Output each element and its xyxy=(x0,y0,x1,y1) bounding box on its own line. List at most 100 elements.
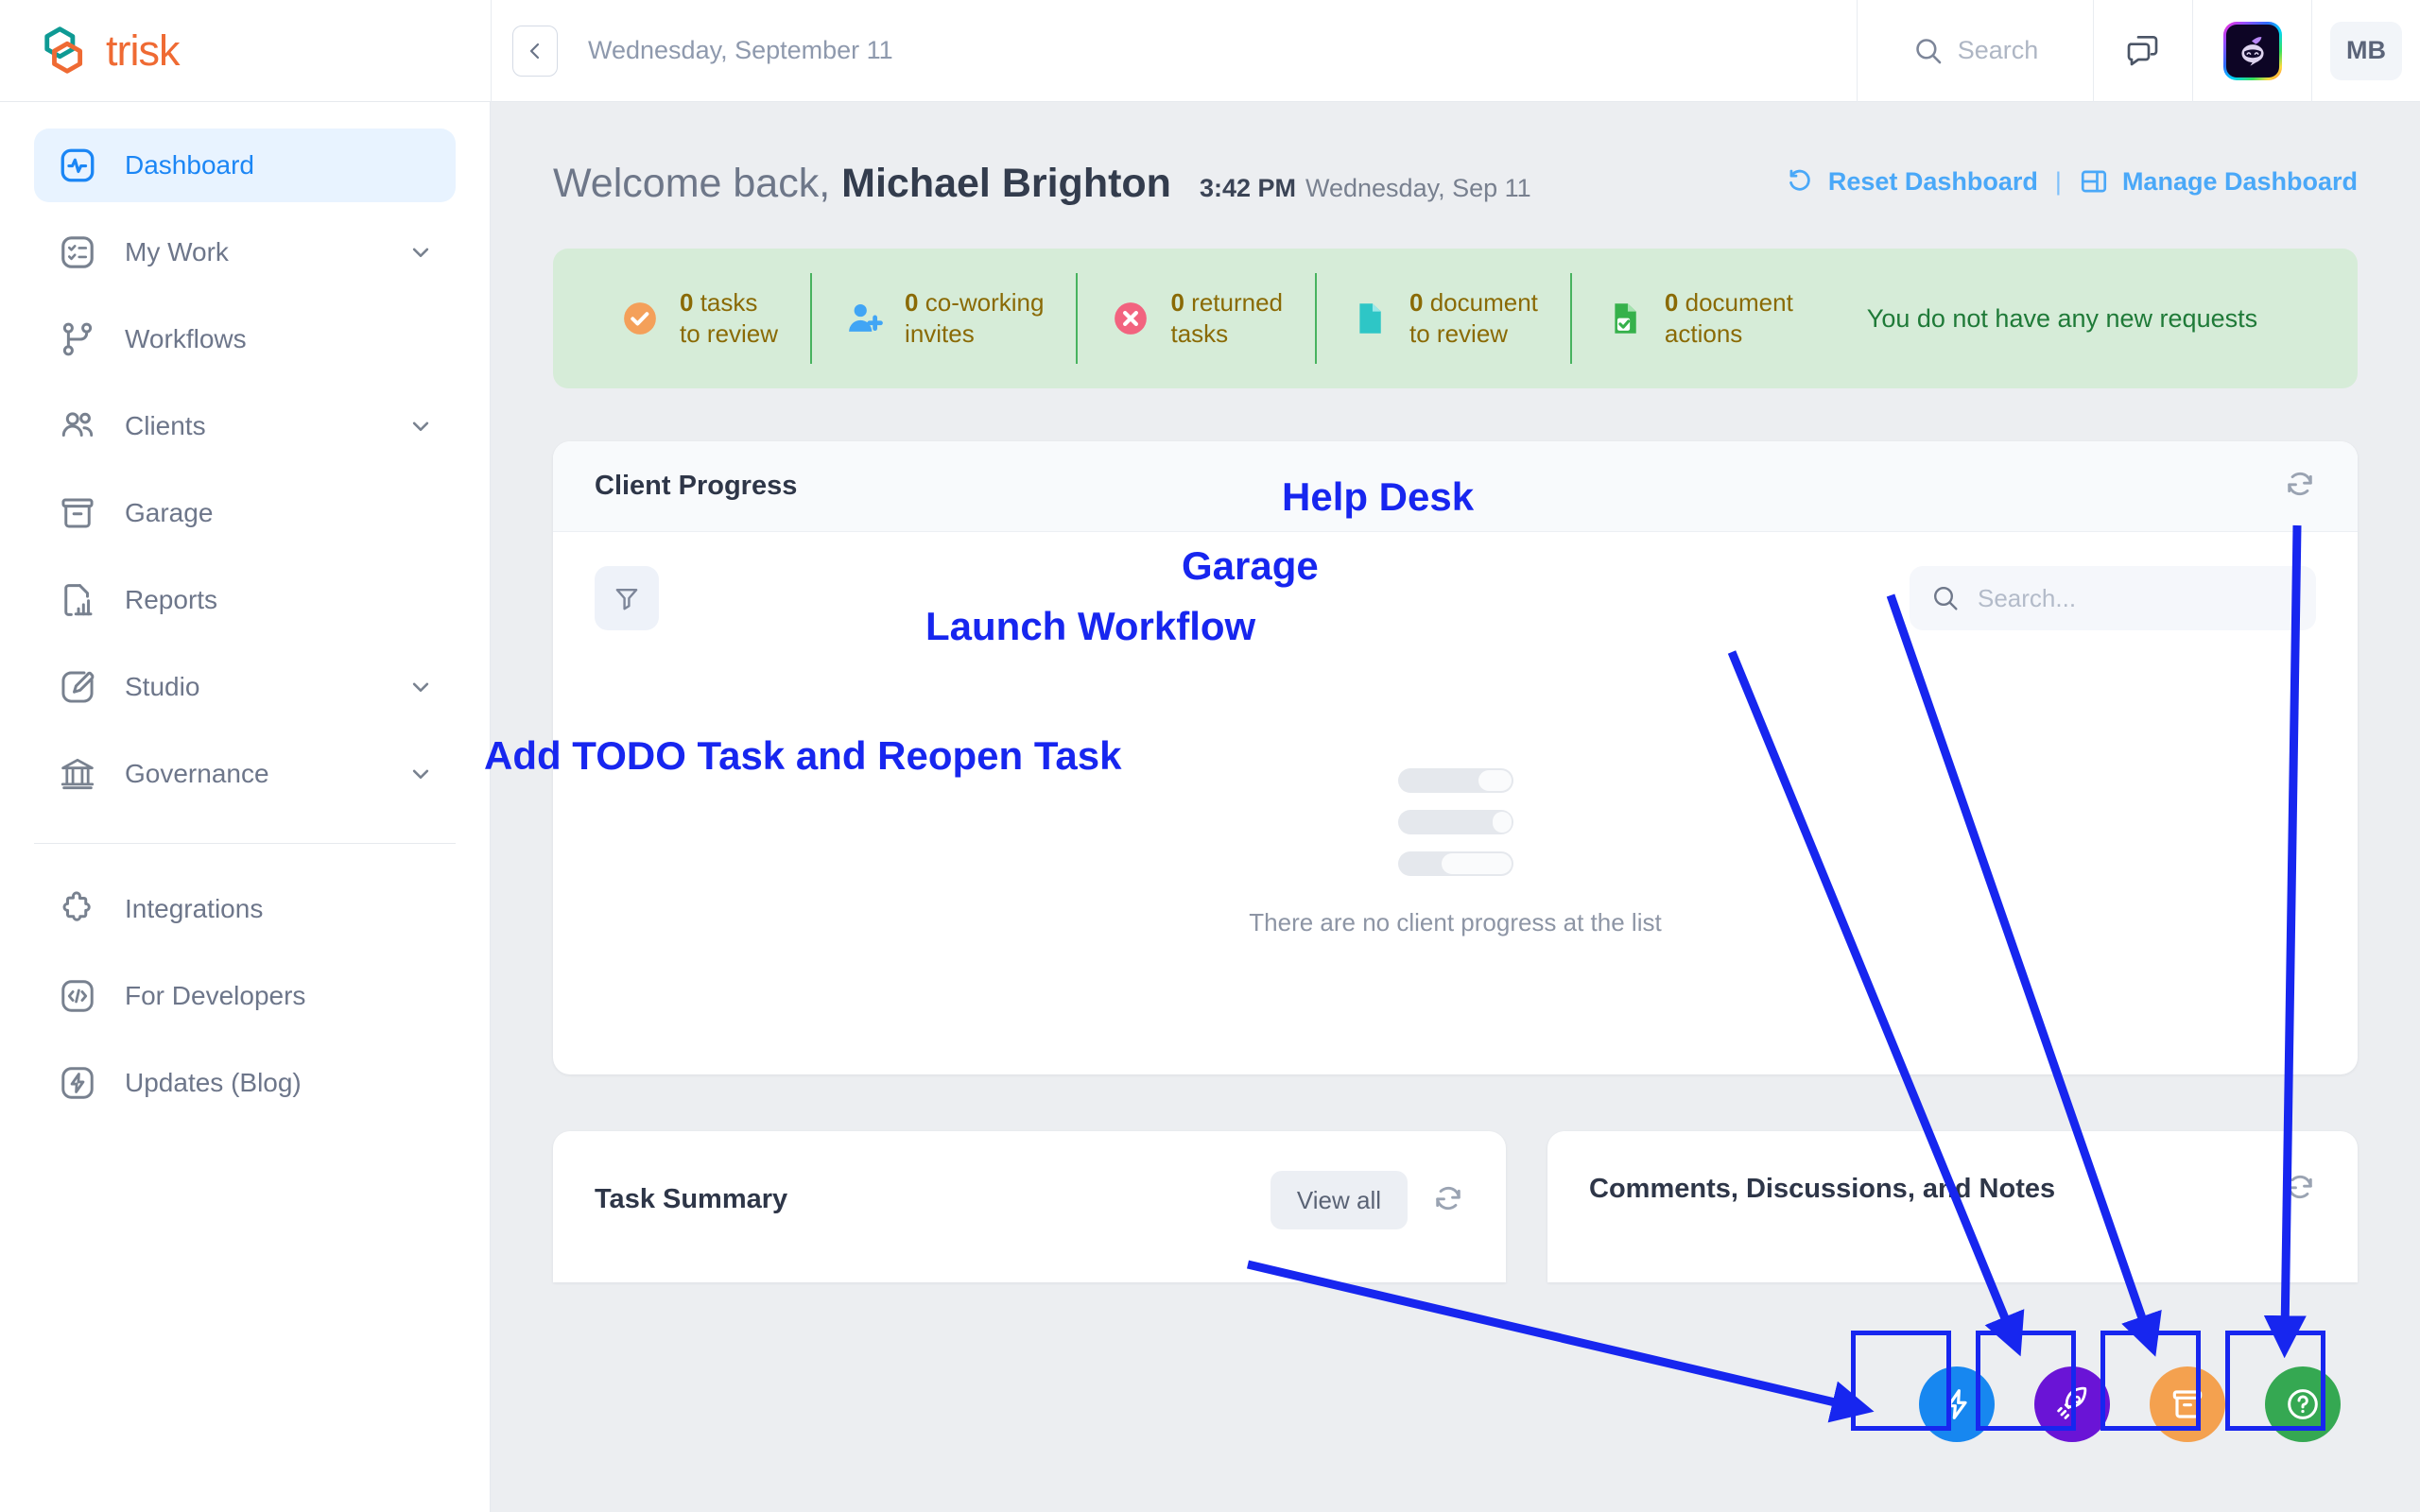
stat-count: 0 xyxy=(905,287,919,317)
current-time: 3:42 PM xyxy=(1199,174,1296,202)
fab-add-todo-task[interactable] xyxy=(1919,1366,1995,1442)
empty-state-message: There are no client progress at the list xyxy=(1249,907,1662,936)
chevron-left-icon xyxy=(529,43,540,59)
fab-garage-wrap xyxy=(2140,1357,2235,1452)
brand-logo[interactable]: trisk xyxy=(0,0,491,102)
requests-note: You do not have any new requests xyxy=(1866,303,2258,333)
stat-returned-tasks[interactable]: 0 returned tasks xyxy=(1078,271,1315,366)
global-search-button[interactable]: Search xyxy=(1857,0,2093,102)
archive-box-icon xyxy=(2172,1390,2203,1418)
fab-launch-workflow[interactable] xyxy=(2034,1366,2110,1442)
stat-text: 0 returned tasks xyxy=(1170,287,1283,351)
sidebar-item-for-developers[interactable]: For Developers xyxy=(34,959,456,1033)
rocket-icon xyxy=(2057,1386,2087,1419)
task-summary-header: Task Summary View all xyxy=(553,1131,1506,1229)
fab-garage[interactable] xyxy=(2150,1366,2225,1442)
sidebar-item-reports[interactable]: Reports xyxy=(34,563,456,637)
stat-count: 0 xyxy=(1664,287,1679,317)
checklist-icon xyxy=(55,232,100,272)
user-avatar-button[interactable]: MB xyxy=(2311,0,2420,102)
x-circle-icon xyxy=(1110,298,1151,339)
stat-document-to-review[interactable]: 0 document to review xyxy=(1317,271,1570,366)
sidebar-item-updates-blog[interactable]: Updates (Blog) xyxy=(34,1046,456,1120)
skeleton-bar xyxy=(1397,850,1513,876)
stat-co-working-invites[interactable]: 0 co-working invites xyxy=(812,271,1076,366)
filter-button[interactable] xyxy=(595,566,659,630)
sidebar-item-clients[interactable]: Clients xyxy=(34,389,456,463)
skeleton-bar xyxy=(1397,809,1513,834)
client-progress-toolbar: Search... xyxy=(553,532,2358,630)
lightning-bolt-icon xyxy=(1946,1389,1967,1419)
brand-name: trisk xyxy=(106,26,180,75)
stat-line1: document xyxy=(1685,287,1793,317)
ai-assistant-icon xyxy=(2225,24,2279,77)
top-bar: trisk Wednesday, September 11 Search MB xyxy=(0,0,2420,102)
stat-divider xyxy=(810,273,813,364)
sidebar-item-label: Garage xyxy=(125,498,214,527)
stat-text: 0 tasks to review xyxy=(680,287,778,351)
trisk-hexagon-logo-icon xyxy=(44,26,83,74)
sidebar-item-studio[interactable]: Studio xyxy=(34,650,456,724)
search-icon xyxy=(1934,587,1958,610)
stat-divider xyxy=(1315,273,1318,364)
sidebar-item-workflows[interactable]: Workflows xyxy=(34,302,456,376)
global-search-label: Search xyxy=(1957,36,2039,64)
search-input[interactable]: Search... xyxy=(1978,584,2076,613)
sidebar-divider xyxy=(34,843,456,844)
reset-dashboard-label: Reset Dashboard xyxy=(1827,166,2038,196)
document-check-icon xyxy=(1604,298,1646,339)
stat-divider xyxy=(1076,273,1079,364)
comments-icon xyxy=(2127,35,2158,65)
puzzle-piece-icon xyxy=(55,889,100,929)
reset-dashboard-button[interactable]: Reset Dashboard xyxy=(1785,166,2038,197)
stat-text: 0 document actions xyxy=(1665,287,1793,351)
sidebar-item-governance[interactable]: Governance xyxy=(34,737,456,811)
sidebar-item-label: For Developers xyxy=(125,981,306,1010)
dashboard-activity-icon xyxy=(55,146,100,185)
client-progress-search[interactable]: Search... xyxy=(1910,566,2316,630)
sidebar-item-dashboard[interactable]: Dashboard xyxy=(34,129,456,202)
check-circle-icon xyxy=(619,298,661,339)
welcome-header: Welcome back, Michael Brighton 3:42 PM W… xyxy=(491,102,2420,207)
filter-funnel-icon xyxy=(615,589,638,610)
stat-tasks-to-review[interactable]: 0 tasks to review xyxy=(587,271,810,366)
stat-document-actions[interactable]: 0 document actions xyxy=(1572,271,1825,366)
fab-launch-workflow-wrap xyxy=(2025,1357,2119,1452)
sidebar-item-integrations[interactable]: Integrations xyxy=(34,872,456,946)
stat-line2: to review xyxy=(680,319,779,348)
card-title: Client Progress xyxy=(595,471,798,501)
chevron-down-icon[interactable] xyxy=(406,673,435,701)
chevron-down-icon[interactable] xyxy=(406,238,435,266)
stat-line1: document xyxy=(1429,287,1538,317)
chat-button[interactable] xyxy=(2093,0,2192,102)
app-root: trisk Wednesday, September 11 Search MB … xyxy=(0,0,2420,1512)
client-progress-empty-state: There are no client progress at the list xyxy=(553,630,2358,1074)
welcome-prefix: Welcome back, xyxy=(553,161,831,206)
stat-line2: tasks xyxy=(1170,319,1229,348)
task-summary-actions: View all xyxy=(1270,1171,1464,1229)
refresh-icon[interactable] xyxy=(2284,468,2316,505)
sidebar-collapse-button[interactable] xyxy=(512,25,558,77)
sidebar-item-label: Updates (Blog) xyxy=(125,1068,302,1097)
sidebar: Dashboard My Work Workflows Clients Gara… xyxy=(0,102,491,1512)
refresh-icon[interactable] xyxy=(1432,1182,1464,1219)
fab-help-desk[interactable] xyxy=(2265,1366,2341,1442)
floating-action-buttons xyxy=(1910,1357,2350,1452)
stat-divider xyxy=(1569,273,1572,364)
user-plus-icon xyxy=(844,298,886,339)
view-all-button[interactable]: View all xyxy=(1270,1171,1408,1229)
sidebar-item-garage[interactable]: Garage xyxy=(34,476,456,550)
sidebar-item-label: Governance xyxy=(125,759,269,788)
refresh-icon[interactable] xyxy=(2284,1171,2316,1208)
stat-text: 0 document to review xyxy=(1409,287,1538,351)
sidebar-item-label: Clients xyxy=(125,411,206,440)
stat-line2: invites xyxy=(905,319,975,348)
chevron-down-icon[interactable] xyxy=(406,412,435,440)
card-title: Comments, Discussions, and Notes xyxy=(1589,1174,2056,1204)
topbar-actions: Search MB xyxy=(1857,0,2420,102)
ai-assistant-button[interactable] xyxy=(2192,0,2311,102)
manage-dashboard-button[interactable]: Manage Dashboard xyxy=(2079,166,2358,197)
sidebar-item-my-work[interactable]: My Work xyxy=(34,215,456,289)
chevron-down-icon[interactable] xyxy=(406,760,435,788)
current-date: Wednesday, Sep 11 xyxy=(1305,174,1531,202)
